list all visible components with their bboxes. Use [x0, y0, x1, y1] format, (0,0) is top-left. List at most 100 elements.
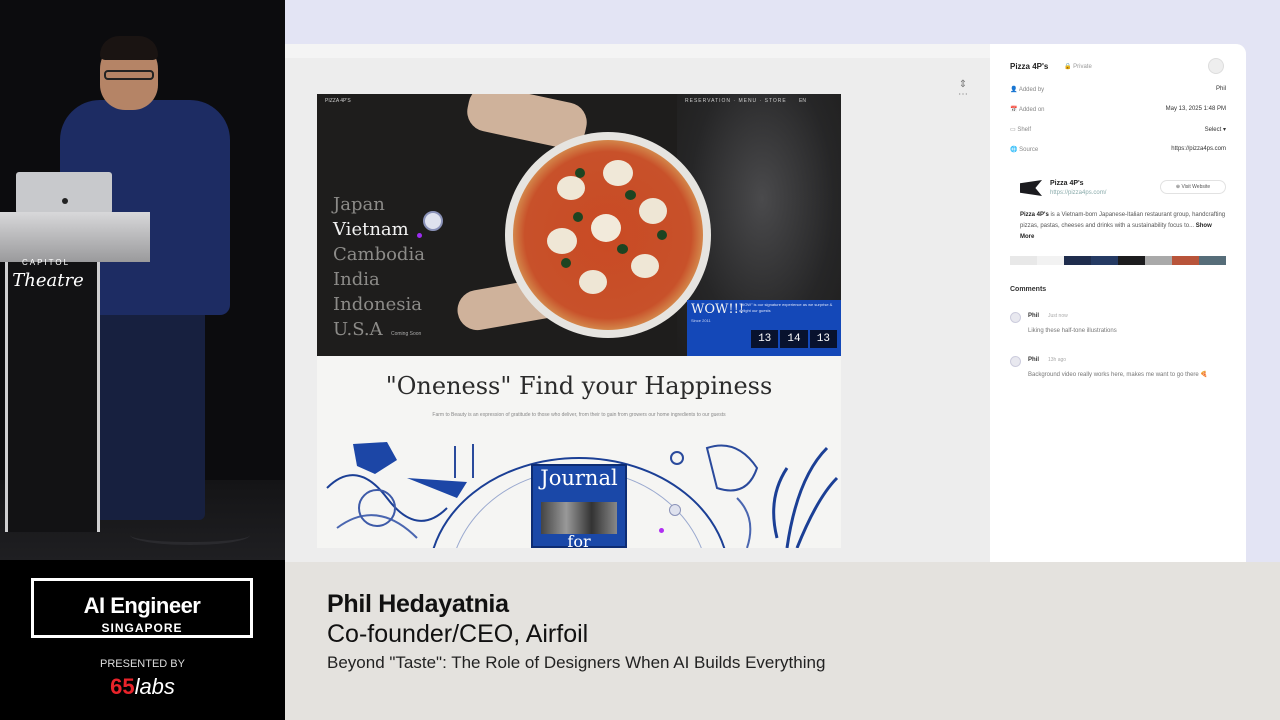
meta-value: May 13, 2025 1:48 PM — [1165, 106, 1226, 112]
meta-row-source: 🌐 Source https://pizza4ps.com — [1010, 146, 1226, 156]
visit-website-button[interactable]: ⊕ Visit Website — [1160, 180, 1226, 194]
mozzarella — [557, 176, 585, 200]
event-city: SINGAPORE — [101, 621, 183, 635]
podium-brand: Theatre — [12, 270, 84, 291]
comment-item[interactable]: Phil Just now Liking these half-tone ill… — [1010, 312, 1226, 352]
comment-time: 13h ago — [1048, 357, 1067, 363]
avatar — [1010, 356, 1021, 367]
city-item[interactable]: Japan — [333, 192, 425, 217]
countdown-digit: 14 — [780, 330, 808, 348]
swatch[interactable] — [1172, 256, 1199, 265]
comment-marker-icon[interactable] — [417, 233, 422, 238]
shelf-select[interactable]: Select ▾ — [1205, 126, 1226, 133]
hero-lang[interactable]: EN — [799, 98, 806, 104]
mozzarella — [579, 270, 607, 294]
city-item-active[interactable]: Vietnam — [333, 217, 425, 242]
lower-third: Phil Hedayatnia Co-founder/CEO, Airfoil … — [285, 562, 1280, 720]
coming-soon-note: Coming Soon — [391, 331, 422, 337]
mozzarella — [591, 214, 621, 242]
meta-label: 📅 Added on — [1010, 107, 1045, 113]
presented-by: PRESENTED BY — [100, 658, 185, 670]
meta-row-added-by: 👤 Added by Phil — [1010, 86, 1226, 96]
basil — [625, 190, 636, 200]
journal-photo — [541, 502, 617, 534]
promo-title: WOW!!! — [691, 302, 745, 317]
meta-value: Phil — [1215, 86, 1226, 92]
city-item[interactable]: Indonesia — [333, 292, 425, 317]
swatch[interactable] — [1118, 256, 1145, 265]
card-name: Pizza 4P's — [1050, 180, 1084, 187]
canvas-tools[interactable]: ⇕ ⋯ — [957, 80, 969, 100]
visibility-badge[interactable]: 🔒 Private — [1064, 63, 1092, 70]
meta-row-shelf: ▭ Shelf Select ▾ — [1010, 126, 1226, 136]
laptop — [16, 172, 112, 214]
cursor-icon — [669, 504, 681, 516]
comment-text: Background video really works here, make… — [1028, 372, 1208, 378]
comment-marker-icon[interactable] — [659, 528, 664, 533]
hero-brand[interactable]: PIZZA 4P'S — [325, 98, 351, 104]
promo-text: "WOW" is our signature experience as we … — [739, 302, 833, 313]
speaker-role: Co-founder/CEO, Airfoil — [327, 620, 589, 648]
more-icon[interactable]: ⋯ — [957, 90, 969, 100]
comments-header: Comments — [1010, 286, 1047, 293]
speaker-legs — [95, 310, 205, 520]
color-palette — [1010, 256, 1226, 265]
mozzarella — [603, 160, 633, 186]
swatch[interactable] — [1199, 256, 1226, 265]
event-title: AI Engineer — [83, 593, 201, 618]
city-item[interactable]: Cambodia — [333, 242, 425, 267]
journal-cover[interactable]: Journal for — [531, 464, 627, 548]
hero-nav-links[interactable]: RESERVATION · MENU · STORE — [685, 98, 787, 104]
brand-logo-icon — [1020, 180, 1042, 196]
promo-panel[interactable]: WOW!!! Since 2011 "WOW" is our signature… — [687, 300, 841, 356]
city-item[interactable]: India — [333, 267, 425, 292]
visibility-label: Private — [1073, 64, 1092, 70]
basil — [573, 212, 583, 222]
countdown-digit: 13 — [809, 330, 837, 348]
link-preview-card: Pizza 4P's https://pizza4ps.com/ ⊕ Visit… — [1010, 178, 1226, 258]
user-avatar[interactable] — [1208, 58, 1224, 74]
swatch[interactable] — [1037, 256, 1064, 265]
talk-title: Beyond "Taste": The Role of Designers Wh… — [327, 653, 826, 672]
mozzarella — [547, 228, 577, 254]
swatch[interactable] — [1145, 256, 1172, 265]
meta-label: 👤 Added by — [1010, 87, 1045, 93]
saved-screenshot-hero[interactable]: PIZZA 4P'S RESERVATION · MENU · STORE EN… — [317, 94, 841, 356]
countdown: 13 14 13 — [751, 330, 837, 348]
comment-time: Just now — [1048, 313, 1068, 319]
mozzarella — [631, 254, 659, 278]
basil — [561, 258, 571, 268]
podium-top — [0, 212, 150, 262]
promo-subtitle: Since 2011 — [691, 318, 711, 323]
speaker-glasses — [104, 70, 154, 80]
avatar — [1010, 312, 1021, 323]
speaker-name: Phil Hedayatnia — [327, 590, 509, 618]
stream-frame: CAPITOL Theatre ⇕ ⋯ PIZZA 4P'S RESERVATI… — [0, 0, 1280, 720]
event-logo-box: AI Engineer SINGAPORE — [31, 578, 253, 638]
source-link[interactable]: https://pizza4ps.com — [1171, 146, 1226, 152]
journal-title: Journal — [540, 466, 618, 490]
swatch[interactable] — [1010, 256, 1037, 265]
city-list: Japan Vietnam Cambodia India Indonesia U… — [333, 192, 425, 342]
sponsor-logo: 65labs — [110, 674, 175, 699]
meta-label: ▭ Shelf — [1010, 127, 1032, 133]
section-subtext: Farm to Beauty is an expression of grati… — [432, 412, 726, 418]
card-description: Pizza 4P's is a Vietnam-born Japanese-It… — [1020, 212, 1226, 240]
cursor-icon — [423, 211, 443, 231]
mozzarella — [639, 198, 667, 224]
swatch[interactable] — [1091, 256, 1118, 265]
comment-author: Phil — [1028, 313, 1040, 319]
saved-screenshot-section[interactable]: "Oneness" Find your Happiness Farm to Be… — [317, 356, 841, 548]
meta-label: 🌐 Source — [1010, 147, 1039, 153]
item-title: Pizza 4P's — [1010, 62, 1049, 71]
comment-item[interactable]: Phil 13h ago Background video really wor… — [1010, 356, 1226, 396]
city-item[interactable]: U.S.A — [333, 317, 425, 342]
basil — [575, 168, 585, 178]
podium — [5, 262, 100, 532]
swatch[interactable] — [1064, 256, 1091, 265]
comment-author: Phil — [1028, 357, 1040, 363]
podium-brand-top: CAPITOL — [21, 258, 71, 267]
hero-nav: PIZZA 4P'S RESERVATION · MENU · STORE EN — [325, 98, 833, 108]
speaker-video: CAPITOL Theatre — [0, 0, 285, 560]
card-url[interactable]: https://pizza4ps.com/ — [1050, 190, 1106, 196]
